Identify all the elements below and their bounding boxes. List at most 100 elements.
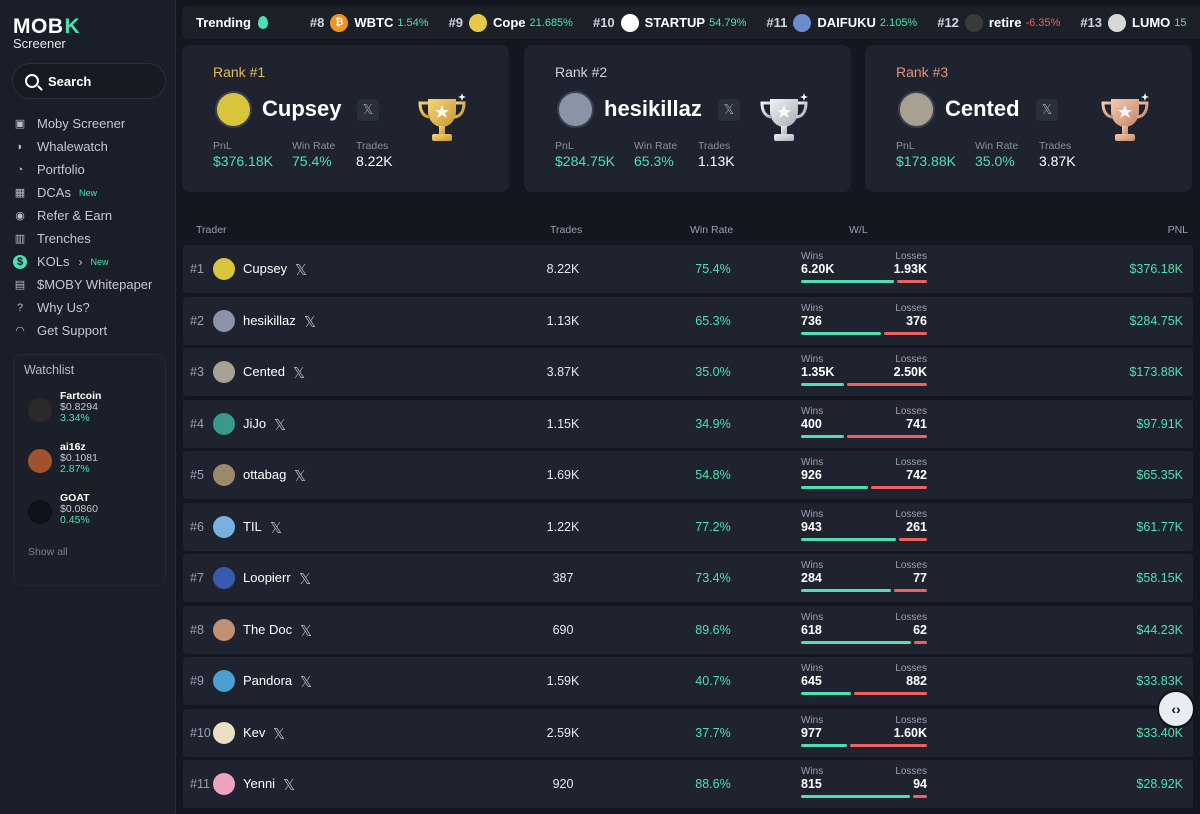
- trader-name[interactable]: hesikillaz: [604, 96, 702, 122]
- table-row[interactable]: #10 Kev 𝕏 2.59K 37.7% Wins Losses 977 1.60K $33.4…: [183, 708, 1193, 757]
- trending-item[interactable]: #12 retire -6.35%: [937, 13, 1060, 32]
- trending-change: 54.79%: [709, 16, 747, 29]
- wins-value: 6.20K: [801, 262, 835, 276]
- table-row[interactable]: #6 TIL 𝕏 1.22K 77.2% Wins Losses 943 261 $61.77K: [183, 502, 1193, 551]
- table-row[interactable]: #3 Cented 𝕏 3.87K 35.0% Wins Losses 1.35K 2.50K $…: [183, 348, 1193, 396]
- row-win-rate: 88.6%: [695, 777, 731, 791]
- sidebar-item-get-support[interactable]: ◠ Get Support: [13, 319, 152, 342]
- sidebar-item-trenches[interactable]: ▥ Trenches: [13, 227, 152, 250]
- search-button[interactable]: Search: [12, 63, 166, 99]
- trending-item[interactable]: #8 ₿ WBTC 1.54%: [310, 13, 429, 32]
- losses-bar: [871, 486, 927, 489]
- rank-card[interactable]: Rank #3 Cented 𝕏 PnL $173.88K Win Rate 35.0% Tr…: [865, 45, 1192, 192]
- watchlist-item[interactable]: ai16z $0.1081 2.87%: [28, 442, 98, 475]
- sidebar-item-moby-screener[interactable]: ▣ Moby Screener: [13, 112, 152, 135]
- watchlist-item[interactable]: GOAT $0.0860 0.45%: [28, 493, 98, 526]
- sidebar-item-moby-whitepaper[interactable]: ▤ $MOBY Whitepaper: [13, 273, 153, 296]
- row-trades: 1.59K: [546, 674, 580, 688]
- x-social-icon[interactable]: 𝕏: [294, 467, 306, 485]
- sidebar-item-why-us[interactable]: ? Why Us?: [13, 296, 152, 319]
- trader-name[interactable]: Yenni: [243, 776, 275, 791]
- losses-label: Losses: [895, 405, 927, 417]
- x-social-icon[interactable]: 𝕏: [293, 364, 305, 382]
- win-loss: Wins Losses 977 1.60K: [801, 715, 927, 747]
- trader-name[interactable]: Kev: [243, 725, 265, 740]
- sidebar-item-whalewatch[interactable]: ◗ Whalewatch: [13, 135, 152, 158]
- header-pnl[interactable]: PNL: [1168, 224, 1188, 236]
- trader-name[interactable]: Cupsey: [243, 261, 287, 276]
- code-toggle-button[interactable]: ‹›: [1157, 690, 1195, 728]
- x-social-icon[interactable]: 𝕏: [270, 519, 282, 537]
- logo[interactable]: MOB K Screener: [13, 16, 80, 50]
- wins-bar: [801, 280, 894, 283]
- header-trader[interactable]: Trader: [196, 224, 227, 236]
- table-row[interactable]: #5 ottabag 𝕏 1.69K 54.8% Wins Losses 926 742 $65.…: [183, 451, 1193, 499]
- trader-name[interactable]: JiJo: [243, 416, 266, 431]
- row-trades: 1.13K: [546, 313, 580, 328]
- losses-value: 742: [906, 468, 927, 482]
- rank-card[interactable]: Rank #2 hesikillaz 𝕏 PnL $284.75K Win Rate 65.…: [524, 45, 851, 192]
- x-social-icon[interactable]: 𝕏: [283, 776, 295, 794]
- row-trades: 3.87K: [546, 365, 580, 379]
- x-social-icon[interactable]: 𝕏: [300, 673, 312, 691]
- stat-value: $376.18K: [213, 153, 273, 169]
- stat-label: Trades: [698, 140, 731, 152]
- win-loss: Wins Losses 1.35K 2.50K: [801, 354, 927, 386]
- row-rank: #10: [190, 725, 211, 740]
- trader-name[interactable]: ottabag: [243, 467, 286, 482]
- header-win-rate[interactable]: Win Rate: [690, 224, 733, 236]
- losses-label: Losses: [895, 508, 927, 520]
- sidebar-item-refer-earn[interactable]: ◉ Refer & Earn: [13, 204, 152, 227]
- show-all-link[interactable]: Show all: [28, 546, 68, 558]
- wins-value: 926: [801, 468, 822, 482]
- trader-name[interactable]: The Doc: [243, 622, 292, 637]
- header-trades[interactable]: Trades: [550, 224, 582, 236]
- x-social-icon[interactable]: 𝕏: [300, 622, 312, 640]
- trader-name[interactable]: Pandora: [243, 673, 292, 688]
- table-row[interactable]: #4 JiJo 𝕏 1.15K 34.9% Wins Losses 400 741 $97.91K: [183, 399, 1193, 448]
- dollar-icon: $: [13, 254, 27, 269]
- wins-label: Wins: [801, 457, 824, 468]
- x-social-icon[interactable]: 𝕏: [1036, 99, 1058, 121]
- table-row[interactable]: #8 The Doc 𝕏 690 89.6% Wins Losses 618 62 $44.23K: [183, 605, 1193, 654]
- rank-card[interactable]: Rank #1 Cupsey 𝕏 PnL $376.18K Win Rate 75.4% Tr…: [182, 45, 509, 192]
- trader-name[interactable]: Loopierr: [243, 570, 291, 585]
- table-row[interactable]: #1 Cupsey 𝕏 8.22K 75.4% Wins Losses 6.20K 1.93K $…: [183, 245, 1193, 293]
- table-row[interactable]: #2 hesikillaz 𝕏 1.13K 65.3% Wins Losses 736 376 $…: [183, 296, 1193, 345]
- losses-label: Losses: [895, 663, 927, 674]
- table-row[interactable]: #9 Pandora 𝕏 1.59K 40.7% Wins Losses 645 882 $33.…: [183, 657, 1193, 705]
- trader-name[interactable]: Cupsey: [262, 96, 341, 122]
- trader-name[interactable]: Cented: [945, 96, 1020, 122]
- trending-item[interactable]: #11 DAIFUKU 2.105%: [766, 13, 917, 32]
- x-social-icon[interactable]: 𝕏: [295, 261, 307, 279]
- trending-item[interactable]: #10 STARTUP 54.79%: [593, 13, 747, 32]
- x-social-icon[interactable]: 𝕏: [274, 416, 286, 434]
- table-row[interactable]: #7 Loopierr 𝕏 387 73.4% Wins Losses 284 77 $58.15…: [183, 554, 1193, 602]
- row-trades: 690: [552, 622, 574, 637]
- x-social-icon[interactable]: 𝕏: [304, 313, 316, 331]
- wins-value: 943: [801, 519, 822, 534]
- token-avatar: [28, 449, 52, 473]
- row-pnl: $58.15K: [1136, 571, 1183, 585]
- chart-icon: ▥: [14, 233, 26, 245]
- sidebar-item-portfolio[interactable]: ◔ Portfolio: [13, 158, 152, 181]
- trader-name[interactable]: TIL: [243, 519, 262, 534]
- watchlist-item[interactable]: Fartcoin $0.8294 3.34%: [28, 391, 101, 424]
- x-social-icon[interactable]: 𝕏: [357, 99, 379, 121]
- trending-item[interactable]: #9 Cope 21.685%: [449, 13, 573, 32]
- token-change: 0.45%: [60, 514, 90, 526]
- x-social-icon[interactable]: 𝕏: [273, 725, 285, 743]
- trophy-icon: [1101, 93, 1149, 141]
- trophy-icon: [760, 93, 808, 141]
- trending-item[interactable]: #13 LUMO 15: [1080, 13, 1187, 32]
- row-win-rate: 65.3%: [695, 313, 731, 328]
- trader-name[interactable]: hesikillaz: [243, 313, 296, 328]
- table-row[interactable]: #11 Yenni 𝕏 920 88.6% Wins Losses 815 94 $28.92K: [183, 760, 1193, 808]
- x-social-icon[interactable]: 𝕏: [718, 99, 740, 121]
- sidebar-item-dcas[interactable]: ▦ DCAs New: [13, 181, 152, 204]
- x-social-icon[interactable]: 𝕏: [299, 570, 311, 588]
- header-wl[interactable]: W/L: [849, 224, 868, 236]
- trader-name[interactable]: Cented: [243, 364, 285, 379]
- sidebar-item-kols[interactable]: $ KOLs › New: [13, 250, 152, 273]
- dca-icon: ▦: [14, 187, 26, 199]
